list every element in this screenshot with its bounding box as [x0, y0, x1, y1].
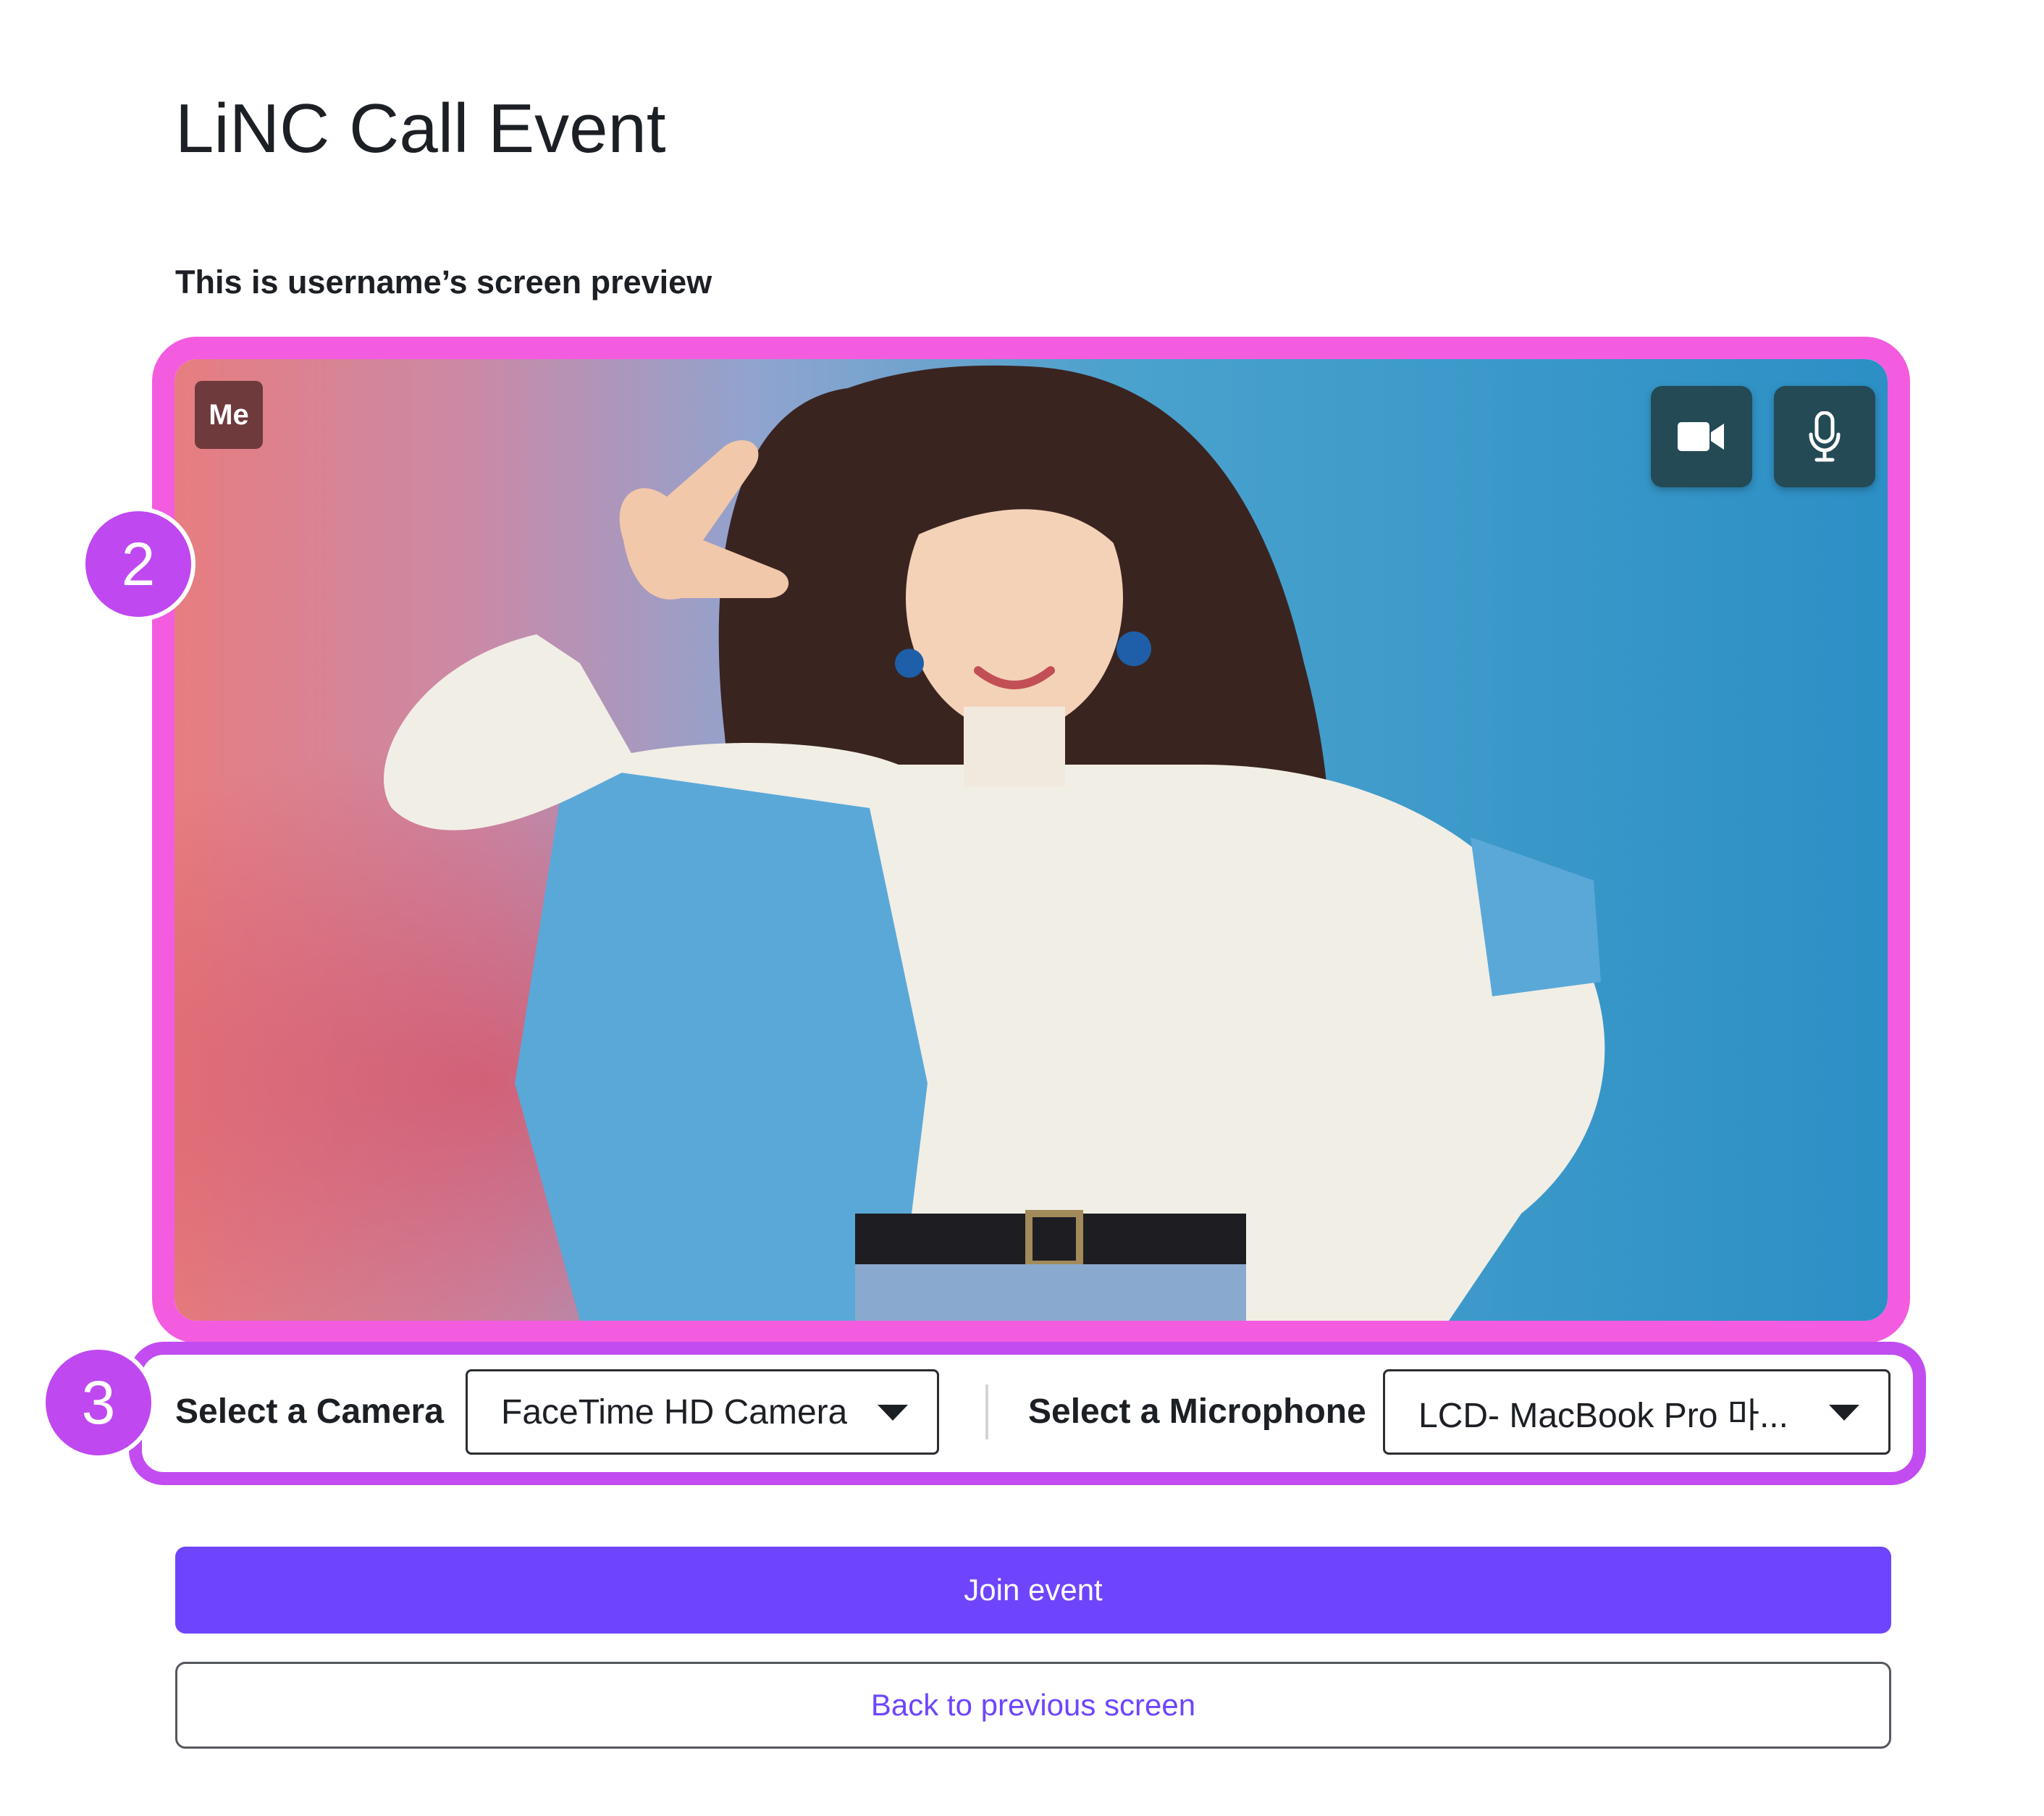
chevron-down-icon	[878, 1405, 908, 1421]
me-badge: Me	[195, 381, 263, 449]
camera-select[interactable]: FaceTime HD Camera	[466, 1369, 939, 1455]
microphone-select-value: LCD- MacBook Pro 마...	[1418, 1397, 1788, 1435]
back-to-previous-button[interactable]: Back to previous screen	[175, 1662, 1891, 1749]
microphone-icon	[1809, 411, 1841, 462]
microphone-select[interactable]: LCD- MacBook Pro 마...	[1383, 1369, 1891, 1455]
camera-preview	[174, 359, 1888, 1321]
callout-number-3: 3	[41, 1345, 156, 1460]
preview-subtitle: This is username’s screen preview	[175, 264, 712, 300]
camera-toggle-button[interactable]	[1651, 386, 1752, 487]
microphone-select-label: Select a Microphone	[1028, 1392, 1366, 1431]
preview-callout-frame: Me	[152, 337, 1910, 1343]
chevron-down-icon	[1829, 1405, 1859, 1421]
join-event-button[interactable]: Join event	[175, 1547, 1891, 1634]
page-title: LiNC Call Event	[175, 90, 666, 167]
preview-person-illustration	[174, 359, 1888, 1321]
video-camera-icon	[1678, 422, 1724, 451]
microphone-toggle-button[interactable]	[1774, 386, 1875, 487]
device-divider	[985, 1384, 988, 1439]
callout-number-2: 2	[81, 507, 195, 621]
camera-select-label: Select a Camera	[175, 1392, 444, 1431]
camera-select-value: FaceTime HD Camera	[501, 1392, 848, 1432]
